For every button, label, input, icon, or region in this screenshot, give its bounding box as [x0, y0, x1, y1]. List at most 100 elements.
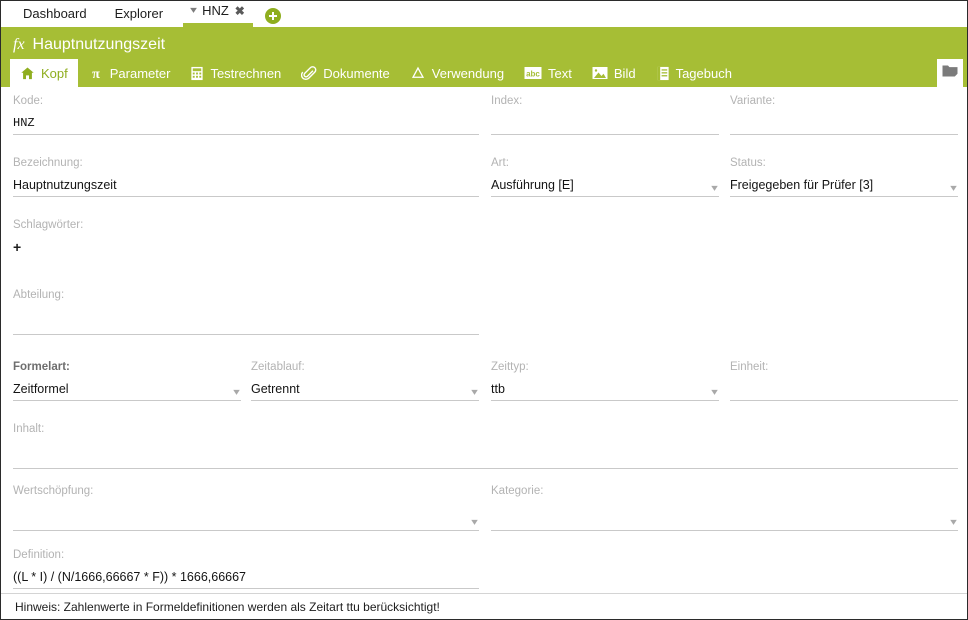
field-definition: Definition: ((L * I) / (N/1666,66667 * F…	[13, 549, 479, 589]
tab-parameter[interactable]: π Parameter	[78, 59, 181, 87]
tab-verwendung[interactable]: Verwendung	[400, 59, 514, 87]
field-kode: Kode: HNZ	[13, 95, 479, 135]
field-schlagwoerter: Schlagwörter: +	[13, 219, 479, 258]
home-icon	[20, 66, 35, 81]
field-einheit-input[interactable]	[730, 381, 958, 401]
field-wertschoepfung-label: Wertschöpfung:	[13, 485, 94, 497]
chevron-down-icon[interactable]: ▾	[471, 518, 478, 528]
chevron-down-icon[interactable]: ▾	[950, 184, 957, 194]
field-kategorie-label: Kategorie:	[491, 485, 544, 497]
field-abteilung: Abteilung:	[13, 289, 479, 335]
field-inhalt: Inhalt:	[13, 423, 958, 469]
chevron-down-icon[interactable]: ▾	[233, 388, 240, 398]
field-index: Index:	[491, 95, 719, 135]
chevron-down-icon[interactable]: ▾	[471, 388, 478, 398]
field-status-label: Status:	[730, 157, 766, 169]
field-abteilung-input[interactable]	[13, 309, 479, 335]
field-zeitablauf-select[interactable]: Getrennt ▾	[251, 381, 479, 401]
chevron-down-icon[interactable]: ▾	[950, 518, 957, 528]
journal-icon	[656, 66, 670, 81]
field-zeittyp-value: ttb	[491, 382, 505, 396]
tab-dokumente[interactable]: Dokumente	[291, 59, 399, 87]
tab-testrechnen[interactable]: Testrechnen	[180, 59, 291, 87]
add-keyword-button[interactable]: +	[13, 239, 21, 255]
top-navigation-bar: Dashboard Explorer ▾ HNZ ✖	[1, 1, 967, 27]
paperclip-icon	[301, 65, 317, 81]
tab-parameter-label: Parameter	[109, 65, 171, 81]
field-zeittyp: Zeittyp: ttb ▾	[491, 361, 719, 401]
field-variante-input[interactable]	[730, 115, 958, 135]
image-icon	[592, 66, 608, 80]
recycle-icon	[410, 66, 426, 81]
tab-bild[interactable]: Bild	[582, 59, 646, 87]
formula-fx-icon: fx	[13, 36, 25, 53]
tab-tagebuch-label: Tagebuch	[675, 65, 732, 81]
tab-text[interactable]: abc Text	[514, 59, 582, 87]
field-kode-value: HNZ	[13, 116, 35, 130]
tab-tagebuch[interactable]: Tagebuch	[646, 59, 742, 87]
tab-verwendung-label: Verwendung	[431, 65, 505, 81]
field-kode-input[interactable]: HNZ	[13, 115, 479, 135]
field-definition-input[interactable]: ((L * I) / (N/1666,66667 * F)) * 1666,66…	[13, 569, 479, 589]
svg-text:π: π	[92, 66, 100, 81]
field-formelart: Formelart: Zeitformel ▾	[13, 361, 241, 401]
field-zeittyp-select[interactable]: ttb ▾	[491, 381, 719, 401]
field-art: Art: Ausführung [E] ▾	[491, 157, 719, 197]
application-window: Dashboard Explorer ▾ HNZ ✖ fx Hauptnutzu…	[0, 0, 968, 620]
field-status: Status: Freigegeben für Prüfer [3] ▾	[730, 157, 958, 197]
document-tab-hnz[interactable]: ▾ HNZ ✖	[183, 4, 253, 27]
field-inhalt-label: Inhalt:	[13, 423, 45, 435]
abc-icon: abc	[524, 66, 542, 80]
field-kategorie-select[interactable]: ▾	[491, 505, 958, 531]
field-einheit-label: Einheit:	[730, 361, 769, 373]
tab-text-label: Text	[548, 65, 572, 81]
field-art-value: Ausführung [E]	[491, 178, 574, 192]
hint-text: Hinweis: Zahlenwerte in Formeldefinition…	[15, 599, 440, 614]
nav-item-explorer[interactable]: Explorer	[101, 7, 177, 27]
field-art-select[interactable]: Ausführung [E] ▾	[491, 177, 719, 197]
field-index-label: Index:	[491, 95, 523, 107]
chevron-down-icon[interactable]: ▾	[190, 6, 197, 16]
field-index-input[interactable]	[491, 115, 719, 135]
nav-item-dashboard[interactable]: Dashboard	[9, 7, 101, 27]
hint-bar: Hinweis: Zahlenwerte in Formeldefinition…	[1, 593, 967, 619]
field-zeitablauf-value: Getrennt	[251, 382, 300, 396]
field-bezeichnung-input[interactable]: Hauptnutzungszeit	[13, 177, 479, 197]
field-abteilung-label: Abteilung:	[13, 289, 65, 301]
field-variante-label: Variante:	[730, 95, 776, 107]
field-schlagwoerter-label: Schlagwörter:	[13, 219, 84, 231]
field-art-label: Art:	[491, 157, 509, 169]
field-status-select[interactable]: Freigegeben für Prüfer [3] ▾	[730, 177, 958, 197]
field-bezeichnung-label: Bezeichnung:	[13, 157, 83, 169]
add-tab-button[interactable]	[264, 8, 281, 24]
field-variante: Variante:	[730, 95, 958, 135]
field-kode-label: Kode:	[13, 95, 44, 107]
field-formelart-value: Zeitformel	[13, 382, 69, 396]
chevron-down-icon[interactable]: ▾	[711, 388, 718, 398]
form-body: Kode: HNZ Index: Variante: Bezeichnung: …	[1, 87, 967, 619]
document-header: fx Hauptnutzungszeit Kopf π Parameter Te…	[1, 27, 967, 87]
calculator-icon	[190, 66, 204, 81]
close-icon[interactable]: ✖	[235, 5, 245, 17]
field-inhalt-input[interactable]	[13, 443, 958, 469]
field-formelart-select[interactable]: Zeitformel ▾	[13, 381, 241, 401]
field-bezeichnung: Bezeichnung: Hauptnutzungszeit	[13, 157, 479, 197]
field-wertschoepfung-select[interactable]: ▾	[13, 505, 479, 531]
field-zeittyp-label: Zeittyp:	[491, 361, 529, 373]
field-zeitablauf-label: Zeitablauf:	[251, 361, 305, 373]
svg-text:abc: abc	[526, 70, 540, 79]
note-folder-icon	[942, 64, 958, 83]
field-definition-value: ((L * I) / (N/1666,66667 * F)) * 1666,66…	[13, 570, 247, 584]
tab-kopf-label: Kopf	[41, 65, 68, 81]
field-einheit: Einheit:	[730, 361, 958, 401]
tab-kopf[interactable]: Kopf	[10, 59, 78, 87]
page-title-text: Hauptnutzungszeit	[32, 36, 166, 53]
notes-toggle-button[interactable]	[937, 59, 963, 87]
tab-bild-label: Bild	[613, 65, 636, 81]
tab-strip: Kopf π Parameter Testrechnen Dokumente V…	[1, 59, 967, 87]
document-tab-label: HNZ	[202, 3, 229, 18]
page-title: fx Hauptnutzungszeit	[1, 27, 967, 55]
chevron-down-icon[interactable]: ▾	[711, 184, 718, 194]
tab-testrechnen-label: Testrechnen	[210, 65, 282, 81]
field-kategorie: Kategorie: ▾	[491, 485, 958, 531]
